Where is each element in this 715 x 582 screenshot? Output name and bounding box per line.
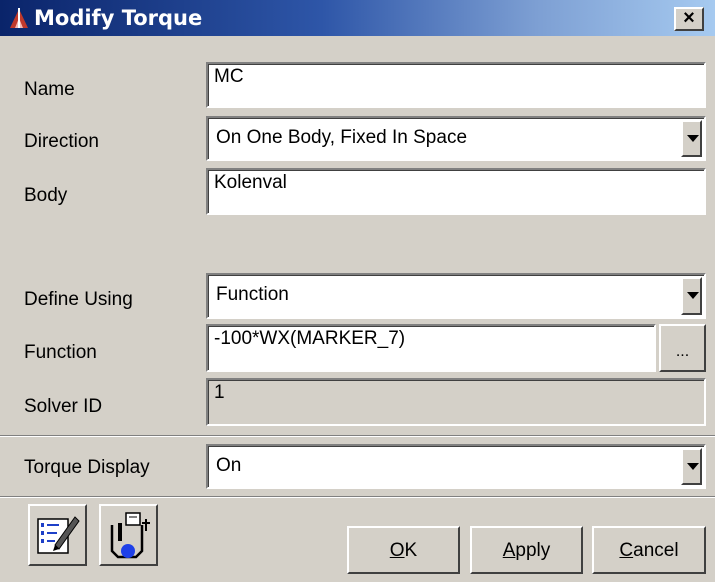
- cancel-label: ancel: [633, 540, 679, 561]
- apply-label: pply: [515, 540, 551, 561]
- window-title: Modify Torque: [34, 6, 203, 30]
- torque-display-select[interactable]: On: [206, 444, 706, 489]
- solver-id-label: Solver ID: [24, 396, 103, 417]
- separator: [0, 435, 715, 437]
- name-input[interactable]: MC: [206, 62, 706, 108]
- direction-label: Direction: [24, 131, 99, 152]
- apply-button[interactable]: Apply: [470, 526, 583, 574]
- direction-select[interactable]: On One Body, Fixed In Space: [206, 116, 706, 161]
- torque-display-label: Torque Display: [24, 457, 150, 478]
- cancel-mnemonic: C: [619, 540, 634, 561]
- direction-value: On One Body, Fixed In Space: [216, 127, 468, 148]
- close-button[interactable]: ×: [674, 7, 704, 31]
- define-using-select[interactable]: Function: [206, 273, 706, 319]
- direction-dropdown-button[interactable]: [681, 120, 702, 157]
- ok-button[interactable]: OK: [347, 526, 460, 574]
- apply-mnemonic: A: [502, 540, 516, 561]
- function-label: Function: [24, 342, 97, 363]
- body-input[interactable]: Kolenval: [206, 168, 706, 215]
- ok-mnemonic: O: [389, 540, 405, 561]
- edit-properties-button[interactable]: [28, 504, 87, 566]
- function-browse-button[interactable]: ...: [659, 324, 706, 372]
- edit-properties-icon: [37, 516, 80, 554]
- torque-app-icon: [10, 8, 28, 28]
- measure-button[interactable]: [99, 504, 158, 566]
- ok-label: K: [404, 540, 418, 561]
- separator: [0, 496, 715, 498]
- define-using-value: Function: [216, 284, 289, 305]
- body-label: Body: [24, 185, 68, 206]
- define-using-dropdown-button[interactable]: [681, 277, 702, 315]
- torque-display-value: On: [216, 455, 242, 476]
- title-bar[interactable]: Modify Torque ×: [0, 0, 715, 36]
- measure-icon: [110, 512, 150, 559]
- name-label: Name: [24, 79, 75, 100]
- torque-display-dropdown-button[interactable]: [681, 448, 702, 485]
- define-using-label: Define Using: [24, 289, 133, 310]
- solver-id-field: 1: [206, 378, 706, 426]
- cancel-button[interactable]: Cancel: [592, 526, 706, 574]
- function-input[interactable]: -100*WX(MARKER_7): [206, 324, 656, 372]
